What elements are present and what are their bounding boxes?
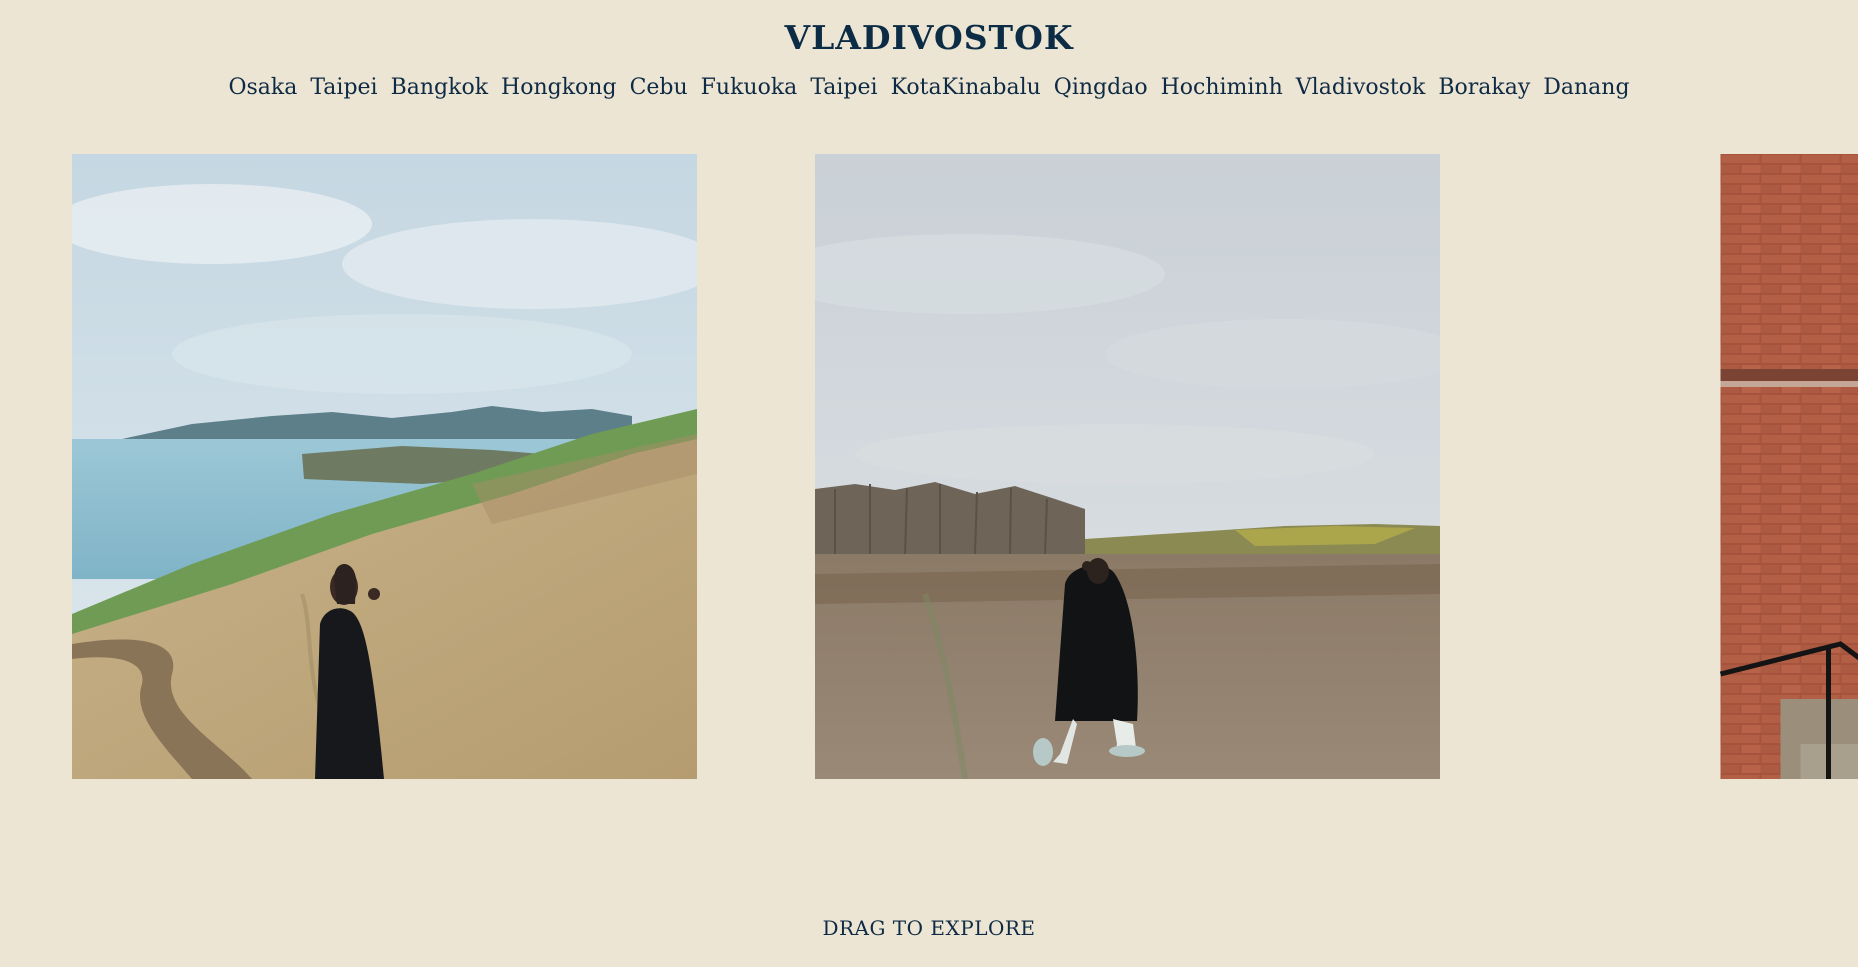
- nav-item-hochiminh[interactable]: Hochiminh: [1161, 75, 1283, 100]
- brick-wall-photo: [1719, 154, 1858, 779]
- nav-item-qingdao[interactable]: Qingdao: [1054, 75, 1148, 100]
- nav-item-bangkok[interactable]: Bangkok: [391, 75, 488, 100]
- city-nav: Osaka Taipei Bangkok Hongkong Cebu Fukuo…: [0, 75, 1858, 100]
- nav-item-danang[interactable]: Danang: [1543, 75, 1629, 100]
- photo-gallery[interactable]: [0, 154, 1858, 779]
- nav-item-fukuoka[interactable]: Fukuoka: [701, 75, 798, 100]
- gallery-photo-field[interactable]: [815, 154, 1440, 779]
- coastal-cliff-photo: [72, 154, 697, 779]
- nav-item-vladivostok[interactable]: Vladivostok: [1296, 75, 1426, 100]
- nav-item-borakay[interactable]: Borakay: [1438, 75, 1530, 100]
- nav-item-taipei-2[interactable]: Taipei: [810, 75, 877, 100]
- nav-item-osaka[interactable]: Osaka: [228, 75, 297, 100]
- nav-item-cebu[interactable]: Cebu: [630, 75, 688, 100]
- gallery-photo-brick[interactable]: [1558, 154, 1858, 779]
- gallery-photo-coast[interactable]: [72, 154, 697, 779]
- page-title: VLADIVOSTOK: [784, 18, 1074, 57]
- nav-item-hongkong[interactable]: Hongkong: [501, 75, 617, 100]
- nav-item-taipei[interactable]: Taipei: [310, 75, 377, 100]
- nav-item-kotakinabalu[interactable]: KotaKinabalu: [891, 75, 1041, 100]
- drag-to-explore-hint: DRAG TO EXPLORE: [822, 916, 1036, 940]
- field-walking-photo: [815, 154, 1440, 779]
